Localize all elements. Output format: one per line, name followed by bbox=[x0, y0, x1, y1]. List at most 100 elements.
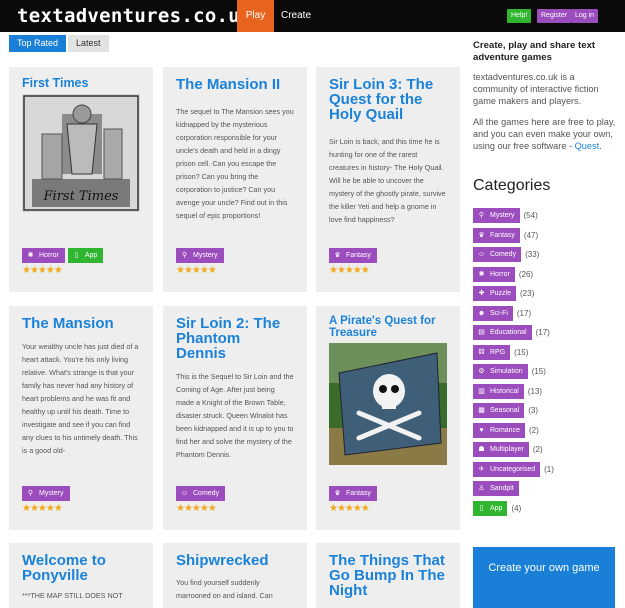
tag-list: ♛ Fantasy bbox=[329, 486, 377, 501]
category-label: Simulation bbox=[490, 368, 523, 375]
nav-play[interactable]: Play bbox=[237, 0, 274, 32]
login-button[interactable]: Log in bbox=[571, 9, 599, 23]
help-button[interactable]: Help! bbox=[507, 9, 532, 23]
category-puzzle[interactable]: ✚ Puzzle bbox=[473, 286, 517, 301]
puzzle-icon: ✚ bbox=[478, 290, 485, 297]
category-multiplayer[interactable]: ☗ Multiplayer bbox=[473, 442, 529, 457]
category-row: ▤ Educational (17) bbox=[473, 325, 550, 340]
phone-icon: ▯ bbox=[479, 504, 484, 512]
game-card-things-that-go-bump[interactable]: The Things That Go Bump In The Night bbox=[316, 543, 460, 608]
category-simulation[interactable]: ⚙ Simulation bbox=[473, 364, 528, 379]
game-title[interactable]: The Mansion II bbox=[176, 77, 294, 92]
game-card-the-mansion-ii[interactable]: The Mansion II The sequel to The Mansion… bbox=[163, 67, 307, 292]
category-count: (17) bbox=[516, 308, 532, 318]
category-mystery[interactable]: ⚲ Mystery bbox=[473, 208, 520, 223]
game-card-the-mansion[interactable]: The Mansion Your wealthy uncle has just … bbox=[9, 306, 153, 530]
free-text-period: . bbox=[599, 141, 602, 152]
tag-mystery[interactable]: ⚲ Mystery bbox=[22, 486, 70, 501]
tag-label: Horror bbox=[39, 252, 59, 259]
category-historical[interactable]: ▥ Historical bbox=[473, 383, 524, 399]
tag-list: ☺ Comedy bbox=[176, 486, 226, 501]
game-title[interactable]: Shipwrecked bbox=[176, 553, 294, 568]
tag-label: Mystery bbox=[39, 490, 64, 497]
category-row: ⚙ Simulation (15) bbox=[473, 364, 546, 379]
splat-icon: ✺ bbox=[478, 270, 485, 278]
tag-comedy[interactable]: ☺ Comedy bbox=[176, 486, 226, 501]
category-row: ✺ Horror (26) bbox=[473, 266, 534, 282]
category-label: Uncategorised bbox=[490, 465, 536, 473]
category-comedy[interactable]: ☺ Comedy bbox=[473, 247, 522, 262]
app-icon: ▯ bbox=[74, 252, 79, 259]
category-horror[interactable]: ✺ Horror bbox=[473, 266, 515, 282]
category-label: Fantasy bbox=[490, 231, 515, 239]
tab-top-rated[interactable]: Top Rated bbox=[9, 35, 67, 52]
game-card-shipwrecked[interactable]: Shipwrecked You find yourself suddenly m… bbox=[163, 543, 307, 608]
register-button[interactable]: Register bbox=[537, 9, 572, 23]
game-card-pirates-quest[interactable]: A Pirate's Quest for Treasure ♛ Fantasy … bbox=[316, 306, 460, 530]
tab-latest[interactable]: Latest bbox=[68, 35, 109, 52]
game-card-welcome-to-ponyville[interactable]: Welcome to Ponyville ***THE MAP STILL DO… bbox=[9, 543, 153, 608]
game-card-first-times[interactable]: First Times First Times ✺ Horror ▯ App ★… bbox=[9, 67, 153, 292]
fantasy-icon: ♛ bbox=[334, 490, 341, 497]
category-row: ⚄ RPG (15) bbox=[473, 344, 528, 360]
tag-label: App bbox=[84, 252, 98, 259]
tag-fantasy[interactable]: ♛ Fantasy bbox=[329, 486, 377, 501]
category-sci-fi[interactable]: ☻ Sci-Fi bbox=[473, 305, 513, 321]
category-label: RPG bbox=[490, 348, 506, 356]
game-card-sir-loin-2[interactable]: Sir Loin 2: The Phantom Dennis This is t… bbox=[163, 306, 307, 530]
game-card-sir-loin-3[interactable]: Sir Loin 3: The Quest for the Holy Quail… bbox=[316, 67, 460, 292]
category-romance[interactable]: ♥ Romance bbox=[473, 422, 525, 438]
quest-link[interactable]: Quest bbox=[575, 141, 600, 151]
tag-app[interactable]: ▯ App bbox=[67, 248, 104, 263]
game-title[interactable]: Sir Loin 2: The Phantom Dennis bbox=[176, 316, 294, 361]
category-fantasy[interactable]: ♛ Fantasy bbox=[473, 227, 520, 243]
game-title[interactable]: A Pirate's Quest for Treasure bbox=[329, 315, 447, 339]
category-row: ☗ Multiplayer (2) bbox=[473, 442, 543, 457]
game-title[interactable]: The Things That Go Bump In The Night bbox=[329, 553, 447, 598]
tag-list: ⚲ Mystery bbox=[176, 248, 224, 263]
create-your-own-game-button[interactable]: Create your own game bbox=[473, 547, 615, 608]
category-educational[interactable]: ▤ Educational bbox=[473, 325, 532, 340]
category-count: (2) bbox=[532, 445, 543, 454]
game-title[interactable]: First Times bbox=[22, 77, 140, 90]
alien-icon: ☻ bbox=[477, 309, 486, 317]
category-count: (17) bbox=[535, 328, 550, 337]
tag-mystery[interactable]: ⚲ Mystery bbox=[176, 248, 224, 263]
first-times-cover-image[interactable]: First Times bbox=[22, 93, 140, 212]
categories-title: Categories bbox=[473, 177, 551, 194]
category-label: App bbox=[490, 504, 503, 512]
category-count: (33) bbox=[525, 250, 540, 259]
heart-icon: ♥ bbox=[479, 426, 484, 434]
tag-label: Comedy bbox=[193, 490, 220, 497]
site-logo[interactable]: textadventures.co.uk bbox=[17, 5, 252, 27]
category-seasonal[interactable]: ▦ Seasonal bbox=[473, 403, 525, 418]
pirates-quest-cover-image[interactable] bbox=[329, 343, 447, 465]
category-uncategorised[interactable]: ✈ Uncategorised bbox=[473, 461, 541, 477]
category-label: Mystery bbox=[490, 212, 515, 219]
game-title[interactable]: Sir Loin 3: The Quest for the Holy Quail bbox=[329, 77, 447, 122]
category-label: Sci-Fi bbox=[490, 309, 508, 317]
category-count: (15) bbox=[531, 367, 546, 376]
rating-stars: ★★★★★ bbox=[176, 503, 217, 514]
gears-icon: ⚙ bbox=[478, 368, 485, 375]
tag-fantasy[interactable]: ♛ Fantasy bbox=[329, 248, 377, 263]
category-rpg[interactable]: ⚄ RPG bbox=[473, 344, 511, 360]
category-row: ♛ Fantasy (47) bbox=[473, 227, 538, 243]
game-description: This is the Sequel to Sir Loin and the C… bbox=[176, 372, 294, 459]
category-sandpit[interactable]: ♙ Sandpit bbox=[473, 481, 519, 496]
rating-stars: ★★★★★ bbox=[329, 265, 370, 276]
category-app[interactable]: ▯ App bbox=[473, 500, 508, 516]
tag-horror[interactable]: ✺ Horror bbox=[22, 248, 65, 263]
category-label: Horror bbox=[490, 270, 510, 278]
game-title[interactable]: The Mansion bbox=[22, 316, 140, 331]
category-row: ▯ App (4) bbox=[473, 500, 521, 516]
book-icon: ▤ bbox=[478, 329, 485, 336]
nav-create[interactable]: Create bbox=[281, 0, 311, 32]
category-count: (26) bbox=[518, 269, 534, 279]
mystery-icon: ⚲ bbox=[27, 490, 34, 497]
game-description: You find yourself suddenly marrooned on … bbox=[176, 578, 273, 600]
category-count: (1) bbox=[544, 464, 554, 474]
category-count: (2) bbox=[528, 425, 539, 435]
category-label: Romance bbox=[490, 426, 520, 434]
game-title[interactable]: Welcome to Ponyville bbox=[22, 553, 140, 583]
